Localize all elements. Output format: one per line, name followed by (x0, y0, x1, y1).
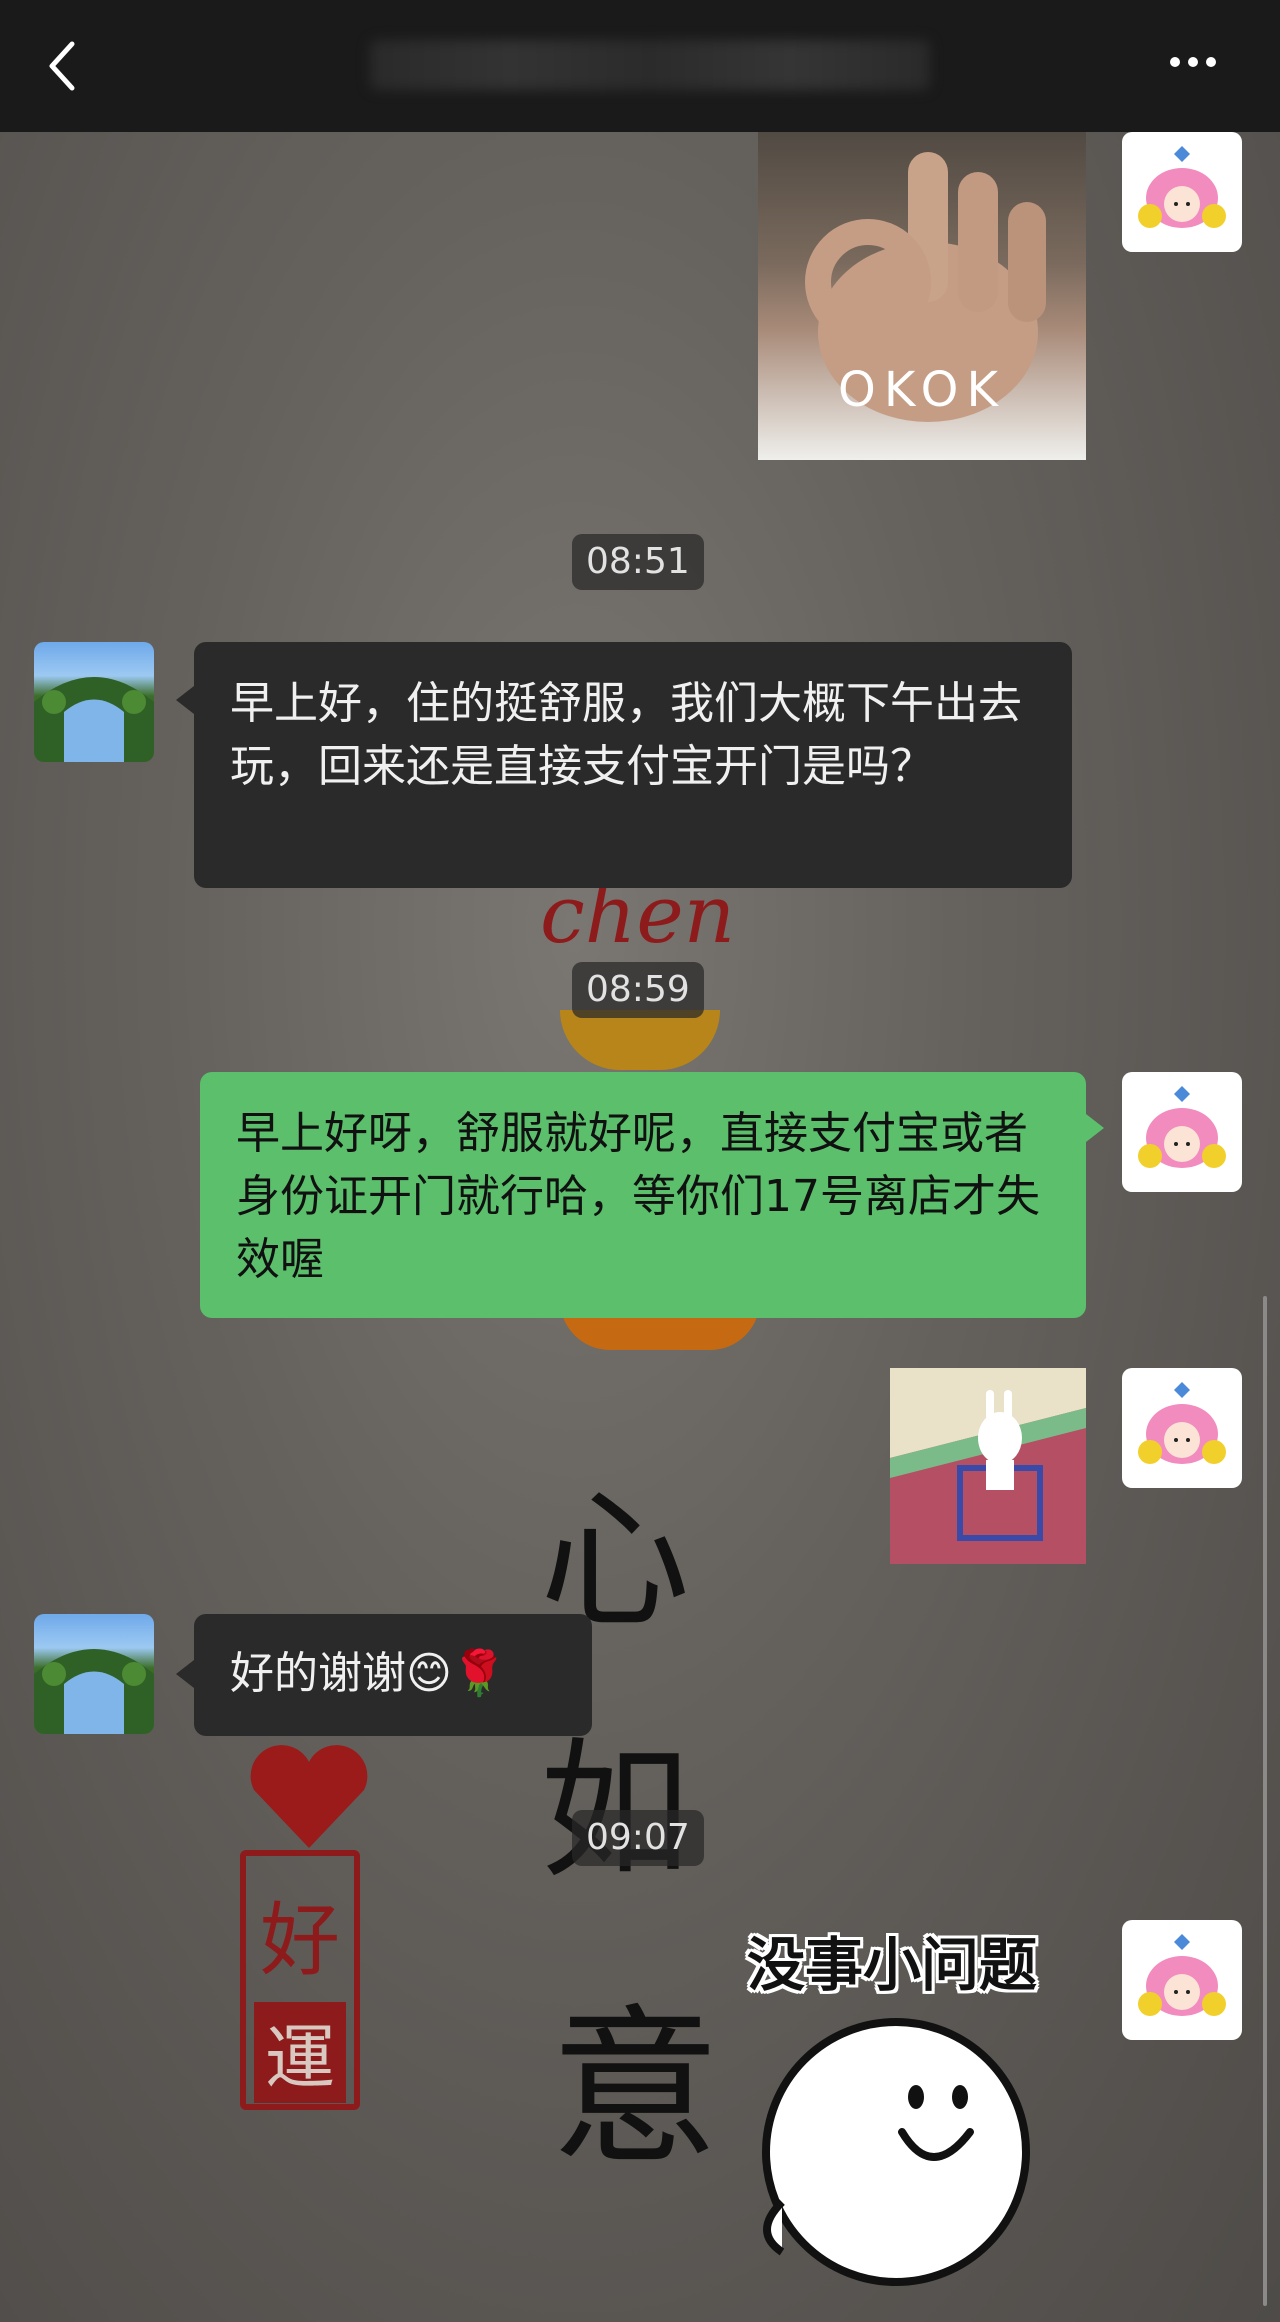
girl-avatar-icon (1138, 1086, 1226, 1168)
top-navigation-bar (0, 0, 1280, 132)
incoming-text-message[interactable]: 好的谢谢😊🌹 (194, 1614, 592, 1736)
sticker-caption-okok: OKOK (838, 362, 1006, 418)
wallpaper-orange-shape (560, 1010, 720, 1070)
image-message-okok[interactable]: OKOK (758, 132, 1086, 460)
image-message-no-problem-sticker[interactable]: 没事小问题 (712, 1918, 1072, 2322)
incoming-text-message[interactable]: 早上好，住的挺舒服，我们大概下午出去玩，回来还是直接支付宝开门是吗？ (194, 642, 1072, 888)
bubble-tail (176, 686, 194, 714)
rabbit-sticker-icon (890, 1368, 1086, 1541)
self-avatar[interactable] (1122, 1368, 1242, 1488)
seal-char-bottom: 運 (254, 2002, 346, 2103)
image-message-rabbit-sticker[interactable] (890, 1368, 1086, 1564)
timestamp: 08:59 (572, 962, 704, 1018)
contact-avatar[interactable] (34, 1614, 154, 1734)
message-text: 早上好，住的挺舒服，我们大概下午出去玩，回来还是直接支付宝开门是吗？ (230, 678, 1022, 792)
timestamp: 09:07 (572, 1810, 704, 1866)
girl-avatar-icon (1138, 1934, 1226, 2016)
bubble-tail (176, 1660, 194, 1688)
self-avatar[interactable] (1122, 132, 1242, 252)
chat-scrollbar[interactable] (1263, 1296, 1267, 2306)
girl-avatar-icon (1138, 146, 1226, 228)
outgoing-text-message[interactable]: 早上好呀，舒服就好呢，直接支付宝或者身份证开门就行哈，等你们17号离店才失效喔 (200, 1072, 1086, 1318)
girl-avatar-icon (1138, 1382, 1226, 1464)
garden-photo-avatar-icon (34, 677, 154, 762)
timestamp: 08:51 (572, 534, 704, 590)
contact-avatar[interactable] (34, 642, 154, 762)
wallpaper-text-yi: 意 (550, 1990, 721, 2188)
self-avatar[interactable] (1122, 1072, 1242, 1192)
chat-title (370, 44, 930, 88)
message-text: 早上好呀，舒服就好呢，直接支付宝或者身份证开门就行哈，等你们17号离店才失效喔 (236, 1108, 1040, 1285)
more-dots-icon[interactable] (1166, 52, 1226, 82)
garden-photo-avatar-icon (34, 1649, 154, 1734)
white-blob-character-icon (762, 2018, 1030, 2286)
chevron-left-icon[interactable] (44, 36, 84, 96)
self-avatar[interactable] (1122, 1920, 1242, 2040)
seal-char-top: 好 (260, 1894, 340, 1987)
bubble-tail (1086, 1114, 1104, 1142)
wallpaper-seal: 好 運 (240, 1850, 360, 2110)
wallpaper-heart (244, 1740, 374, 1850)
message-text: 好的谢谢😊🌹 (230, 1648, 507, 1699)
sticker-caption-no-problem: 没事小问题 (746, 1931, 1037, 1999)
